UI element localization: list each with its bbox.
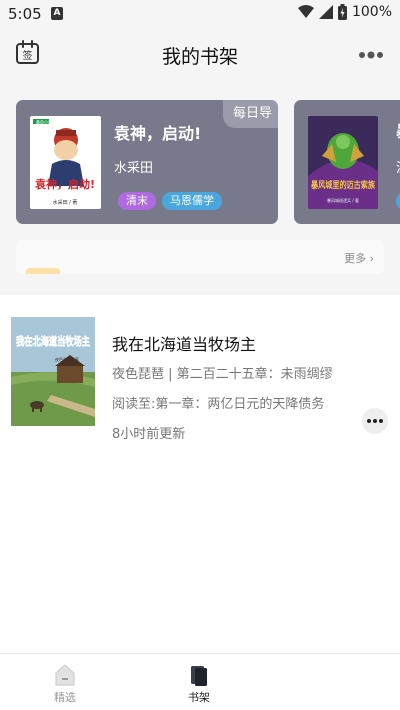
featured-title: 暴 [396,118,400,142]
featured-title: 袁神，启动! [114,124,202,143]
page-title: 我的书架 [161,46,238,68]
app-header: 签 我的书架 [0,28,400,78]
cover-title: 我在北海道当牧场主 [16,334,90,348]
cover-author: 水采田 / 著 [53,199,78,206]
book-latest-chapter: 第二百二十五章：未雨绸缪 [176,367,333,382]
bookshelf-list: 我在北海道当牧场主 夜色琵琶 / 著 我在北海道当牧场主 夜色琵琶 | 第二百二… [0,295,400,653]
bookshelf-icon [191,666,207,686]
featured-book-cover[interactable]: 番茄小说 袁神，启动! 水采田 / 著 [30,116,101,209]
cover-publisher: 番茄小说 [36,119,52,125]
book-title: 我在北海道当牧场主 [112,335,257,354]
featured-author: 泥 [396,157,400,176]
notice-ticker [26,268,68,274]
nav-tab-bookshelf[interactable]: 书架 [134,654,264,710]
notification-icon: A [51,7,63,20]
featured-tag[interactable] [396,192,400,210]
notice-more-label: 更多 [344,252,367,265]
featured-carousel[interactable]: 番茄小说 袁神，启动! 水采田 / 著 袁神，启动! 水采田 清末 马恩儒学 每… [0,100,400,226]
book-meta: 夜色琵琶 | 第二百二十五章：未雨绸缪 [112,367,333,382]
status-bar: 5:05 A 100% [0,0,400,28]
notice-banner[interactable]: 更多 › [16,240,384,274]
book-list-item[interactable]: 我在北海道当牧场主 夜色琵琶 / 著 我在北海道当牧场主 夜色琵琶 | 第二百二… [0,307,400,442]
nav-label-featured: 精选 [54,691,76,704]
wifi-icon [297,5,314,18]
featured-cover-art: 番茄小说 袁神，启动! 水采田 / 著 [30,116,101,209]
nav-label-bookshelf: 书架 [188,691,210,704]
featured-tag[interactable]: 清末 [118,192,156,210]
battery-percentage: 100% [351,4,392,20]
nav-tab-featured[interactable]: 精选 [0,654,130,710]
battery-icon [337,4,347,20]
cover-title: 袁神，启动! [34,177,95,191]
notice-badge [26,268,60,274]
book-cover-art: 我在北海道当牧场主 夜色琵琶 / 著 [11,317,95,426]
featured-book-cover[interactable]: 暴风城里的迈古索族 暴风城巡逻兵 / 著 [308,116,378,209]
more-options-icon[interactable] [358,51,384,59]
bottom-navigation: 精选 书架 [0,653,400,710]
signal-icon [318,5,333,19]
featured-card[interactable]: 暴风城里的迈古索族 暴风城巡逻兵 / 著 暴 泥 [294,100,400,224]
notice-more-link[interactable]: 更多 › [344,250,374,266]
book-cover[interactable]: 我在北海道当牧场主 夜色琵琶 / 著 [11,317,95,426]
book-author: 夜色琵琶 [112,367,165,382]
featured-author: 水采田 [114,161,154,176]
book-reading-progress: 阅读至:第一章：两亿日元的天降债务 [112,397,325,412]
cover-author: 暴风城巡逻兵 / 著 [327,197,359,203]
featured-tag[interactable]: 马恩儒学 [162,192,222,210]
book-more-options-icon[interactable] [362,408,388,434]
status-time: 5:05 [8,5,42,23]
featured-cover-art: 暴风城里的迈古索族 暴风城巡逻兵 / 著 [308,116,378,209]
featured-home-icon [55,664,75,686]
status-indicators: 100% [297,4,392,20]
featured-card[interactable]: 番茄小说 袁神，启动! 水采田 / 著 袁神，启动! 水采田 清末 马恩儒学 每… [16,100,278,224]
cover-title: 暴风城里的迈古索族 [310,179,376,191]
book-updated-time: 8小时前更新 [112,427,186,442]
daily-recommend-badge: 每日导 [222,100,278,128]
cover-author: 夜色琵琶 / 著 [55,356,79,362]
